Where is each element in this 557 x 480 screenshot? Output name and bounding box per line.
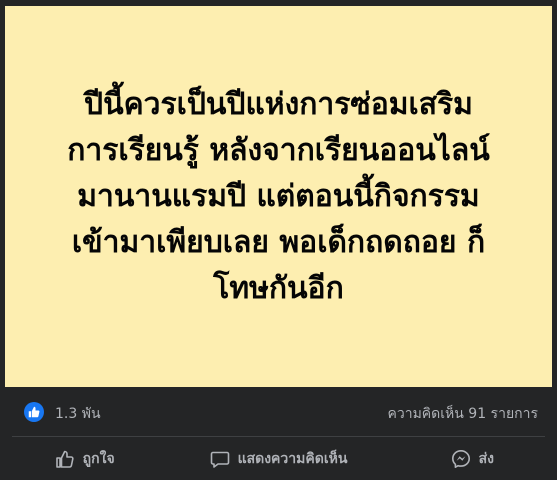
- send-button[interactable]: ส่ง: [400, 440, 545, 478]
- comment-icon: [210, 451, 229, 468]
- comment-button[interactable]: แสดงความคิดเห็น: [157, 440, 399, 478]
- post-card: ปีนี้ควรเป็นปีแห่งการซ่อมเสริม การเรียนร…: [0, 0, 557, 480]
- like-reaction-icon[interactable]: [24, 402, 44, 422]
- messenger-icon: [451, 450, 470, 468]
- reactions-bar: 1.3 พัน ความคิดเห็น 91 รายการ: [0, 388, 557, 436]
- divider: [12, 436, 545, 437]
- reaction-count[interactable]: 1.3 พัน: [55, 403, 101, 425]
- comment-label: แสดงความคิดเห็น: [237, 451, 348, 467]
- post-text: ปีนี้ควรเป็นปีแห่งการซ่อมเสริม การเรียนร…: [67, 86, 490, 306]
- actions-bar: ถูกใจ แสดงความคิดเห็น ส่ง: [12, 440, 545, 478]
- like-button[interactable]: ถูกใจ: [12, 440, 157, 478]
- like-label: ถูกใจ: [82, 451, 115, 467]
- send-label: ส่ง: [478, 451, 494, 467]
- post-text-background[interactable]: ปีนี้ควรเป็นปีแห่งการซ่อมเสริม การเรียนร…: [5, 6, 552, 387]
- thumbs-up-icon: [55, 450, 74, 468]
- comment-count[interactable]: ความคิดเห็น 91 รายการ: [387, 403, 538, 425]
